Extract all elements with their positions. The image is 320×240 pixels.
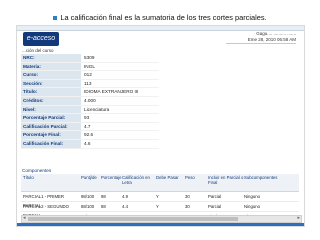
detail-row: Nivel: Licenciatura (21, 105, 159, 115)
column-header[interactable]: Subcomponentes (244, 174, 299, 191)
course-subheader: ...ción del curso (22, 48, 54, 53)
table-cell: Y (156, 204, 159, 209)
table-cell: 4.9 (122, 194, 128, 199)
detail-row: NRC: 5309 (21, 54, 159, 63)
column-header[interactable]: Puntj/de (81, 174, 101, 191)
table-cell: Y (156, 194, 159, 199)
table-cell: 98 (101, 194, 106, 199)
column-header[interactable]: Calificación en Letra (122, 174, 156, 191)
detail-value: 4.6 (84, 140, 91, 146)
horizontal-scrollbar[interactable]: ◂ ▸ (21, 215, 302, 223)
bullet-icon (53, 16, 58, 21)
detail-row: Porcentaje Final: 92.6 (21, 131, 159, 140)
table-cell: PARCIAL2 - SEGUNDO PARCIAL (23, 204, 70, 218)
scroll-right-icon[interactable]: ▸ (297, 215, 300, 221)
detail-row: Porcentaje Parcial: 93 (21, 114, 159, 123)
detail-value: INGL (84, 63, 95, 69)
detail-row: Curso: 012 (21, 71, 159, 80)
table-cell: 88/100 (81, 204, 95, 209)
column-header[interactable]: Debe Pasar (156, 174, 185, 191)
app-logo: e-acceso (23, 32, 59, 46)
detail-value: Licenciatura (84, 106, 110, 112)
course-details: NRC: 5309 Materia: INGL Curso: 012 Sección:… (21, 54, 159, 149)
detail-value: 4.7 (84, 123, 91, 129)
browser-screenshot: e-acceso ...ción del curso Gagu.... ....… (16, 25, 305, 227)
components-title: Componentes (22, 168, 52, 173)
detail-row: Sección: 113 (21, 79, 159, 89)
detail-label: Curso: (21, 71, 81, 79)
table-cell: 30 (185, 194, 190, 199)
detail-row: Calificación Final: 4.6 (21, 139, 159, 149)
caption-text: La calificación final es la sumatoria de… (60, 13, 267, 22)
user-info: Gagu.... .......... ....... Eme 28, 2010… (226, 31, 296, 45)
detail-label: Materia: (21, 62, 81, 71)
table-cell: 88 (101, 204, 106, 209)
column-header[interactable]: Título (21, 174, 81, 191)
table-cell: PARCIAL1 - PRIMER PARCIAL (23, 194, 64, 208)
detail-value: 4.000 (84, 97, 96, 103)
detail-label: NRC: (21, 54, 81, 62)
detail-label: Porcentaje Parcial: (21, 114, 81, 122)
table-cell: Parcial (208, 204, 222, 209)
detail-row: Título: IDIOMA EXTRANJERO III (21, 88, 159, 97)
scroll-left-icon[interactable]: ◂ (23, 215, 26, 221)
divider (226, 43, 296, 45)
detail-value: 5309 (84, 55, 95, 60)
table-cell: Ninguno (244, 194, 261, 199)
detail-value: 93 (84, 115, 90, 121)
table-row: PARCIAL1 - PRIMER PARCIAL 98/100 98 4.9 … (21, 192, 299, 208)
slide-caption: La calificación final es la sumatoria de… (0, 13, 320, 22)
detail-value: 92.6 (84, 132, 94, 138)
session-date: Eme 28, 2010 06:58 AM (247, 36, 296, 42)
status-bar (17, 223, 304, 226)
detail-label: Calificación Parcial: (21, 122, 81, 131)
column-header[interactable]: Porcentaje (101, 174, 122, 191)
table-cell: 30 (185, 204, 190, 209)
detail-row: Créditos: 4.000 (21, 96, 159, 106)
table-cell: 98/100 (81, 194, 95, 199)
table-row: PARCIAL2 - SEGUNDO PARCIAL 88/100 88 4.4… (21, 202, 299, 218)
detail-row: Calificación Parcial: 4.7 (21, 122, 159, 132)
detail-value: 012 (84, 72, 92, 78)
detail-label: Sección: (21, 79, 81, 88)
detail-label: Porcentaje Final: (21, 131, 81, 139)
detail-row: Materia: INGL (21, 62, 159, 72)
table-cell: Ninguno (244, 204, 261, 209)
detail-label: Título: (21, 88, 81, 96)
detail-label: Calificación Final: (21, 139, 81, 148)
detail-value: 113 (84, 80, 92, 86)
detail-label: Créditos: (21, 96, 81, 105)
table-cell: Parcial (208, 194, 222, 199)
column-header[interactable]: Incluir en Parcial o Final (208, 174, 244, 191)
column-header[interactable]: Peso (185, 174, 208, 191)
table-cell: 4.4 (122, 204, 128, 209)
table-header: Título Puntj/de Porcentaje Calificación … (21, 174, 299, 192)
detail-label: Nivel: (21, 105, 81, 114)
detail-value: IDIOMA EXTRANJERO III (84, 89, 139, 95)
scrollbar-thumb[interactable] (28, 217, 238, 221)
